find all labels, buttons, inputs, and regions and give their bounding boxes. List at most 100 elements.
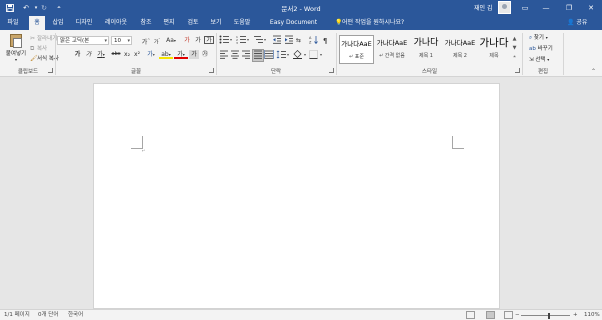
distribute-button[interactable] [264,50,274,61]
align-left-button[interactable] [219,50,229,61]
document-area[interactable]: ↵ [0,77,602,309]
styles-gallery-scroll[interactable]: ▲ ▼ ⩡ [510,35,519,64]
align-center-button[interactable] [230,50,240,61]
ribbon-display-icon[interactable]: ▭ [518,3,532,13]
highlight-button[interactable]: ab▾ [159,50,173,59]
tab-layout[interactable]: 레이아웃 [101,16,131,30]
subscript-button[interactable]: x₂ [122,50,132,59]
share-button[interactable]: 👤 공유 [567,16,587,30]
style-heading-1[interactable]: 가나다 제목 1 [410,35,442,64]
clipboard-launcher-icon[interactable] [48,68,53,73]
strikethrough-button[interactable]: abc [110,50,122,59]
more-styles-icon[interactable]: ⩡ [510,53,519,62]
avatar[interactable] [498,1,511,14]
multilevel-list-button[interactable]: ▾ [253,35,268,46]
tab-review[interactable]: 검토 [183,16,203,30]
underline-button[interactable]: 가▾ [94,50,108,59]
phonetic-guide-button[interactable]: 가 [193,36,203,45]
style-heading-2[interactable]: 가나다AaE 제목 2 [443,35,477,64]
bullets-button[interactable]: ▾ [219,35,234,46]
tell-me-search[interactable]: 💡어떤 작업을 원하시나요? [335,16,404,30]
show-marks-button[interactable]: ¶ [322,35,331,46]
style-title[interactable]: 가나다 제목 [478,35,510,64]
asian-layout-button[interactable]: ⇆ [296,35,306,46]
enclose-characters-button[interactable]: ㉮ [200,50,210,59]
character-shading-button[interactable]: 가 [189,50,199,59]
character-border-icon: 가 [206,37,212,44]
zoom-slider[interactable] [521,313,570,319]
sort-icon: AZ [309,36,318,45]
web-layout-button[interactable] [504,311,513,319]
replace-icon: ab [529,46,536,52]
print-layout-button[interactable] [486,311,495,319]
paste-label: 붙여넣기 [5,51,27,57]
zoom-in-button[interactable]: + [573,311,578,320]
sort-button[interactable]: AZ [309,35,319,46]
restore-button[interactable]: ❐ [562,3,576,13]
tab-view[interactable]: 보기 [206,16,226,30]
clear-formatting-button[interactable]: 가 [182,36,192,45]
chevron-down-icon[interactable]: ▼ [510,44,519,53]
font-launcher-icon[interactable] [209,68,214,73]
zoom-level[interactable]: 110% [584,311,600,320]
shading-button[interactable]: ▾ [293,50,308,61]
svg-text:Z: Z [309,41,312,45]
style-sample: 가나다AaE [341,40,372,48]
numbering-button[interactable]: 1 2 3 ▾ [236,35,251,46]
tab-file[interactable]: 파일 [2,16,24,30]
zoom-slider-thumb[interactable] [548,313,550,319]
decrease-indent-button[interactable] [272,35,282,46]
tab-help[interactable]: 도움말 [230,16,254,30]
tab-references[interactable]: 참조 [136,16,156,30]
copy-button[interactable]: ⧉ 복사 [30,44,47,53]
share-label: 공유 [576,19,588,26]
minimize-button[interactable]: — [539,3,553,13]
paste-button[interactable]: 붙여넣기 ▾ [4,34,28,64]
find-button[interactable]: ⌕ 찾기 ▾ [529,33,548,42]
replace-button[interactable]: ab 바꾸기 [529,44,553,52]
language-indicator[interactable]: 한국어 [68,311,83,320]
increase-indent-button[interactable] [284,35,294,46]
align-right-button[interactable] [241,50,251,61]
style-no-spacing[interactable]: 가나다AaE ↵ 간격 없음 [375,35,409,64]
grow-font-button[interactable]: 가^ [141,36,151,46]
word-count[interactable]: 0개 단어 [38,311,58,320]
styles-launcher-icon[interactable] [515,68,520,73]
cursor-icon: ⇲ [529,57,534,63]
tab-design[interactable]: 디자인 [72,16,96,30]
font-name-select[interactable]: 맑은 고딕(본 ▾ [57,36,109,45]
character-border-button[interactable]: 가 [204,36,214,44]
italic-button[interactable]: 가 [84,50,93,59]
style-normal[interactable]: 가나다AaE ↵ 표준 [339,35,374,64]
justify-icon [254,50,262,59]
magnifier-icon: ⌕ [529,35,533,41]
change-case-button[interactable]: Aa▾ [164,36,178,45]
user-name[interactable]: 재인 김 [474,3,492,12]
read-mode-button[interactable] [466,311,475,319]
close-button[interactable]: ✕ [584,3,598,13]
tab-mailings[interactable]: 편지 [159,16,179,30]
svg-text:▾: ▾ [264,37,266,42]
select-button[interactable]: ⇲ 선택 ▾ [529,55,549,63]
document-page[interactable]: ↵ [93,83,500,309]
font-color-button[interactable]: 가▾ [174,50,188,59]
zoom-out-button[interactable]: − [515,311,520,320]
tab-insert[interactable]: 삽입 [48,16,68,30]
bold-button[interactable]: 가 [73,50,82,59]
line-spacing-button[interactable]: ▾ [276,50,291,61]
shrink-font-button[interactable]: 가ˇ [152,36,162,46]
collapse-ribbon-icon[interactable]: ⌃ [591,68,596,75]
justify-button[interactable] [252,49,264,62]
borders-button[interactable]: ▾ [309,50,324,61]
cut-button[interactable]: ✂ 잘라내기 [30,34,57,42]
style-sample: 가나다 [413,38,439,48]
tab-easy-document-creator[interactable]: Easy Document Creator [259,16,328,40]
paragraph-launcher-icon[interactable] [329,68,334,73]
superscript-button[interactable]: x² [132,50,142,59]
font-size-select[interactable]: 10 ▾ [111,36,132,45]
page-count[interactable]: 1/1 페이지 [4,311,30,320]
crop-mark-top-right [452,136,464,149]
tab-home[interactable]: 홈 [29,16,45,30]
text-effects-button[interactable]: 가▾ [144,50,158,59]
chevron-up-icon[interactable]: ▲ [510,35,519,44]
